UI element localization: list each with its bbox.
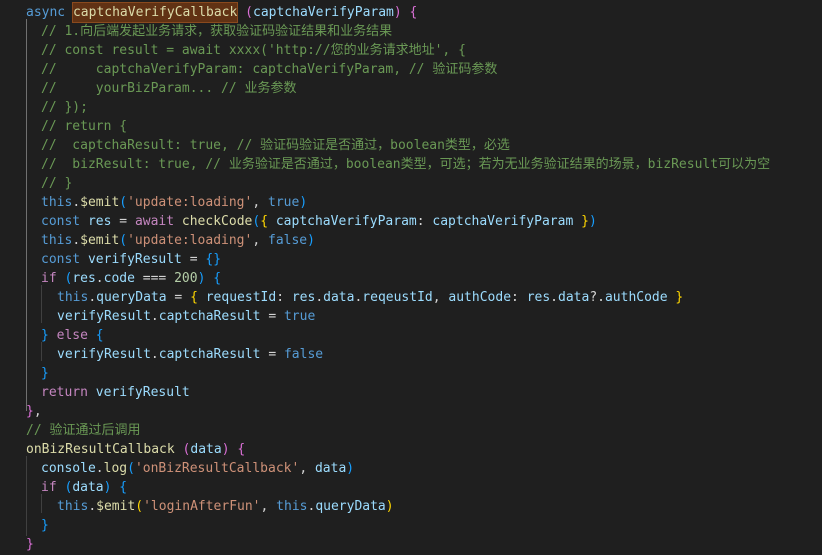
code-line[interactable]: }: [0, 516, 49, 535]
code-line-comment[interactable]: // 验证通过后调用: [0, 421, 140, 440]
code-line[interactable]: if (res. code === 200) {: [0, 269, 221, 288]
code-line[interactable]: const verifyResult = {}: [0, 250, 221, 269]
code-line[interactable]: verifyResult. captchaResult = false: [0, 345, 323, 364]
code-line-comment[interactable]: // return {: [0, 117, 127, 136]
code-line[interactable]: return verifyResult: [0, 383, 190, 402]
code-line[interactable]: this. $emit('update:loading', false): [0, 231, 315, 250]
code-line[interactable]: this. $emit('loginAfterFun', this. queryDa…: [0, 497, 394, 516]
code-line-comment[interactable]: // captchaVerifyParam: captchaVerifyPara…: [0, 60, 497, 79]
code-line[interactable]: const res = await checkCode({ captchaVer…: [0, 212, 597, 231]
code-line[interactable]: verifyResult. captchaResult = true: [0, 307, 315, 326]
code-line[interactable]: console. log('onBizResultCallback', data): [0, 459, 354, 478]
code-line[interactable]: }: [0, 535, 34, 554]
code-line[interactable]: this. $emit('update:loading', true): [0, 193, 307, 212]
code-line[interactable]: async captchaVerifyCallback (captchaVeri…: [0, 2, 417, 23]
code-line-comment[interactable]: // yourBizParam... // 业务参数: [0, 79, 297, 98]
code-line[interactable]: }: [0, 364, 49, 383]
code-line-comment[interactable]: // captchaResult: true, // 验证码验证是否通过，boo…: [0, 136, 510, 155]
code-line[interactable]: onBizResultCallback (data) {: [0, 440, 245, 459]
code-line[interactable]: this. queryData = { requestId: res. data. r…: [0, 288, 683, 307]
code-line-comment[interactable]: // });: [0, 98, 88, 117]
code-line[interactable]: } else {: [0, 326, 104, 345]
code-line[interactable]: if (data) {: [0, 478, 127, 497]
code-line[interactable]: },: [0, 402, 42, 421]
code-line-comment[interactable]: // 1.向后端发起业务请求，获取验证码验证结果和业务结果: [0, 22, 392, 41]
code-line-comment[interactable]: // bizResult: true, // 业务验证是否通过，boolean类…: [0, 155, 770, 174]
method-name-highlighted: captchaVerifyCallback: [71, 2, 239, 23]
async-keyword: async: [26, 5, 73, 20]
code-line-comment[interactable]: // }: [0, 174, 72, 193]
code-line-comment[interactable]: // const result = await xxxx('http://您的业…: [0, 41, 466, 60]
code-editor[interactable]: async captchaVerifyCallback (captchaVeri…: [0, 0, 822, 555]
